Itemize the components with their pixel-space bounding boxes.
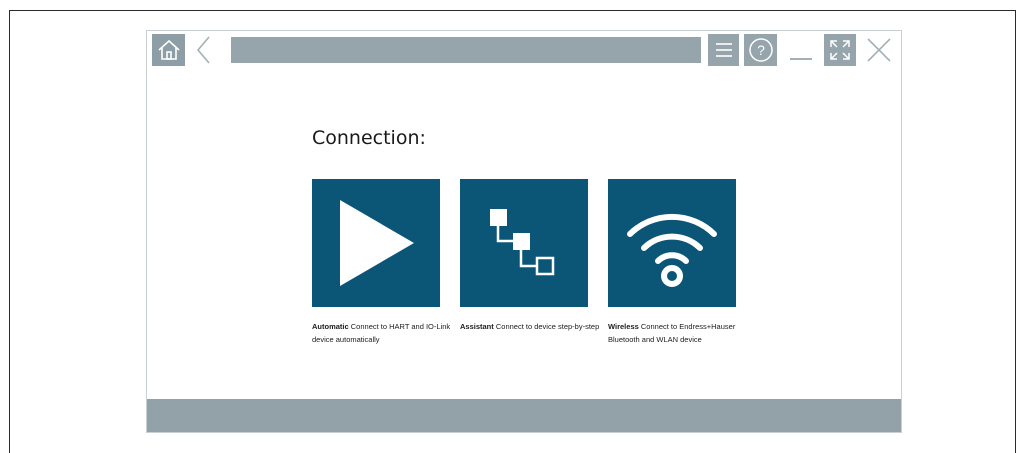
app-window: ? Connection: Automatic Connect to HART … — [146, 30, 902, 433]
page-title: Connection: — [312, 127, 426, 149]
maximize-icon — [830, 40, 850, 60]
toolbar: ? — [147, 31, 901, 69]
assistant-caption: Assistant Connect to device step-by-step — [460, 321, 600, 334]
svg-text:?: ? — [757, 42, 765, 58]
network-tree-icon — [490, 209, 555, 276]
title-bar — [231, 37, 701, 63]
status-bar — [147, 399, 901, 432]
close-icon — [867, 38, 891, 62]
back-button[interactable] — [189, 34, 219, 66]
help-button[interactable]: ? — [744, 34, 777, 66]
automatic-title: Automatic — [312, 322, 349, 331]
home-button[interactable] — [152, 34, 185, 66]
automatic-tile[interactable] — [312, 179, 440, 307]
wireless-caption: Wireless Connect to Endress+Hauser Bluet… — [608, 321, 748, 346]
menu-button[interactable] — [708, 34, 739, 66]
home-icon — [157, 39, 180, 60]
close-button[interactable] — [862, 34, 896, 66]
assistant-title: Assistant — [460, 322, 494, 331]
minimize-icon — [790, 58, 812, 60]
automatic-caption: Automatic Connect to HART and IO-Link de… — [312, 321, 452, 346]
minimize-button[interactable] — [787, 34, 815, 66]
wireless-tile[interactable] — [608, 179, 736, 307]
wireless-title: Wireless — [608, 322, 639, 331]
wifi-icon — [627, 213, 717, 287]
help-icon: ? — [748, 38, 773, 62]
maximize-button[interactable] — [824, 34, 856, 66]
back-icon — [196, 36, 210, 64]
assistant-tile[interactable] — [460, 179, 588, 307]
play-icon — [340, 200, 414, 286]
menu-icon — [715, 43, 732, 57]
assistant-description: Connect to device step-by-step — [495, 322, 600, 331]
